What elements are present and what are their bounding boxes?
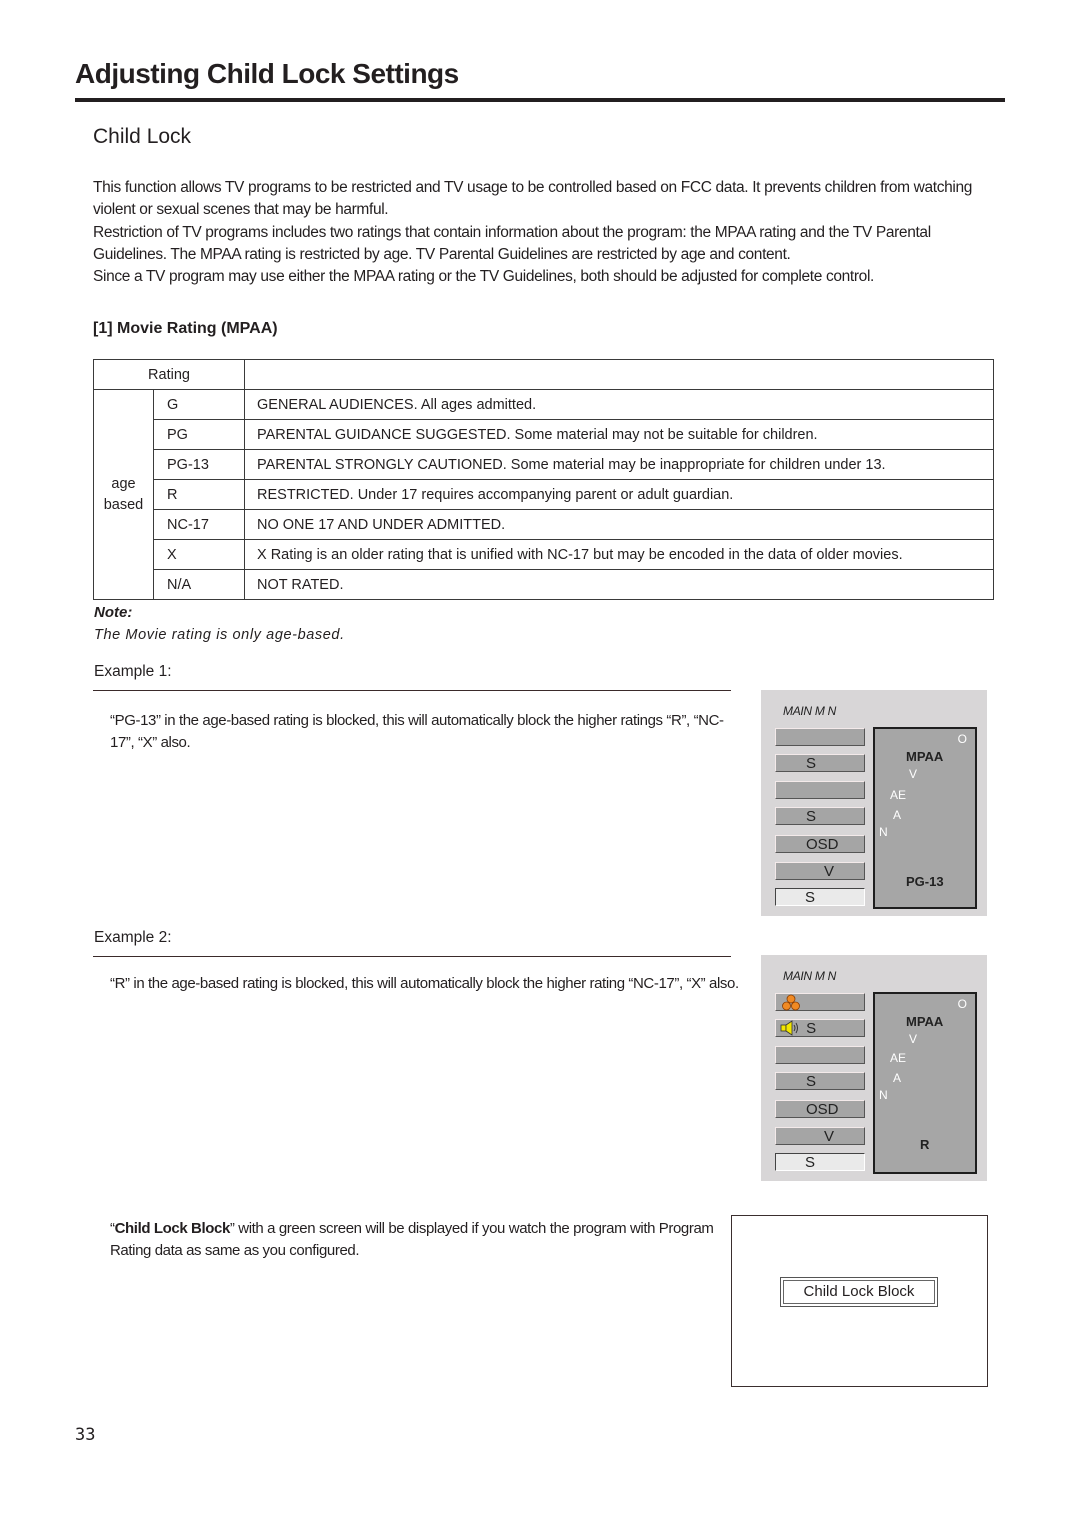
speaker-icon: [780, 1020, 798, 1036]
group-label-line: based: [103, 496, 144, 513]
group-label-line: age: [111, 475, 136, 492]
panel-item[interactable]: A: [893, 808, 901, 822]
osd-button-label: S: [806, 1020, 817, 1037]
mpaa-rating-table: Rating age based G GENERAL AUDIENCES. Al…: [93, 359, 994, 600]
table-header-row: Rating: [93, 359, 994, 390]
panel-title: MPAA: [906, 1014, 944, 1029]
osd-screen-example-2: MAIN M N S S OSD V S O MPAA V AE A N R: [761, 955, 987, 1181]
intro-paragraph: Since a TV program may use either the MP…: [93, 268, 874, 286]
osd-menu-button-selected[interactable]: S: [775, 888, 865, 906]
rating-code: X: [153, 539, 245, 570]
intro-paragraph: Restriction of TV programs includes two …: [93, 223, 931, 263]
table-row: N/A NOT RATED.: [94, 569, 994, 600]
panel-corner-label: O: [957, 732, 967, 746]
osd-menu-button[interactable]: S: [775, 807, 865, 825]
osd-button-label: V: [824, 863, 835, 880]
rating-description: X Rating is an older rating that is unif…: [244, 539, 994, 570]
header-rating: Rating: [93, 359, 245, 390]
header-description: [244, 359, 994, 390]
rating-description: PARENTAL STRONGLY CAUTIONED. Some materi…: [244, 449, 994, 480]
page-number: 33: [75, 1425, 96, 1445]
panel-corner-label: O: [957, 997, 967, 1011]
example-2-text: “R” in the age-based rating is blocked, …: [110, 975, 739, 992]
osd-button-label: S: [806, 755, 817, 772]
intro-paragraph: This function allows TV programs to be r…: [93, 179, 973, 219]
osd-menu-button[interactable]: [775, 993, 865, 1011]
example-1-label: Example 1:: [94, 663, 172, 680]
rating-code: PG-13: [153, 449, 245, 480]
osd-button-label: S: [806, 1073, 817, 1090]
table-row: R RESTRICTED. Under 17 requires accompan…: [94, 479, 994, 510]
group-label: age based: [93, 389, 154, 600]
rating-code: G: [153, 389, 245, 420]
rating-code: NC-17: [153, 509, 245, 540]
osd-menu-button-selected[interactable]: S: [775, 1153, 865, 1171]
panel-selected-rating: PG-13: [906, 874, 944, 889]
rating-code: N/A: [153, 569, 245, 600]
rating-description: NO ONE 17 AND UNDER ADMITTED.: [244, 509, 994, 540]
osd-screen-example-1: MAIN M N S S OSD V S O MPAA V AE A N PG-…: [761, 690, 987, 916]
osd-button-label: S: [805, 889, 816, 906]
intro-text: This function allows TV programs to be r…: [93, 177, 1008, 288]
osd-menu-button[interactable]: [775, 728, 865, 746]
rating-description: NOT RATED.: [244, 569, 994, 600]
example-1-text: “PG-13” in the age-based rating is block…: [110, 712, 724, 751]
table-row: X X Rating is an older rating that is un…: [94, 539, 994, 570]
table-row: NC-17 NO ONE 17 AND UNDER ADMITTED.: [94, 509, 994, 540]
osd-menu-button[interactable]: OSD: [775, 1100, 865, 1118]
panel-item[interactable]: A: [893, 1071, 901, 1085]
child-lock-block-screen: Child Lock Block: [731, 1215, 988, 1387]
child-lock-block-label: Child Lock Block: [780, 1277, 938, 1307]
osd-menu-button[interactable]: V: [775, 1127, 865, 1145]
note-text: The Movie rating is only age-based.: [94, 627, 345, 643]
rating-code: R: [153, 479, 245, 510]
osd-button-label: V: [824, 1128, 835, 1145]
osd-menu-button[interactable]: [775, 781, 865, 799]
block-notice-bold: Child Lock Block: [114, 1220, 231, 1237]
section-title: Child Lock: [93, 125, 192, 148]
osd-menu-button[interactable]: [775, 1046, 865, 1064]
page-title: Adjusting Child Lock Settings: [75, 58, 459, 89]
osd-menu-button[interactable]: S: [775, 754, 865, 772]
title-divider: [75, 98, 1005, 102]
osd-menu-button[interactable]: V: [775, 862, 865, 880]
osd-menu-button[interactable]: OSD: [775, 835, 865, 853]
example-1-divider: [93, 690, 731, 691]
rating-description: GENERAL AUDIENCES. All ages admitted.: [244, 389, 994, 420]
table-row: PG-13 PARENTAL STRONGLY CAUTIONED. Some …: [94, 449, 994, 480]
rating-code: PG: [153, 419, 245, 450]
panel-title: MPAA: [906, 749, 944, 764]
osd-button-label: S: [805, 1154, 816, 1171]
osd-button-label: S: [806, 808, 817, 825]
panel-item[interactable]: V: [909, 767, 917, 781]
rating-description: PARENTAL GUIDANCE SUGGESTED. Some materi…: [244, 419, 994, 450]
table-row: age based G GENERAL AUDIENCES. All ages …: [93, 389, 994, 600]
example-2-label: Example 2:: [94, 929, 172, 946]
osd-button-label: OSD: [806, 836, 839, 853]
note-label: Note:: [94, 604, 133, 621]
osd-rating-panel: O MPAA V AE A N PG-13: [873, 727, 977, 909]
osd-menu-button[interactable]: S: [775, 1019, 865, 1037]
osd-rating-panel: O MPAA V AE A N R: [873, 992, 977, 1174]
osd-menu-title: MAIN M N: [783, 704, 836, 718]
movie-rating-heading: [1] Movie Rating (MPAA): [93, 320, 278, 337]
rating-description: RESTRICTED. Under 17 requires accompanyi…: [244, 479, 994, 510]
panel-item[interactable]: AE: [890, 788, 906, 802]
table-row: PG PARENTAL GUIDANCE SUGGESTED. Some mat…: [94, 419, 994, 450]
panel-item[interactable]: AE: [890, 1051, 906, 1065]
osd-button-label: OSD: [806, 1101, 839, 1118]
panel-item[interactable]: N: [879, 825, 888, 839]
child-lock-block-text: Child Lock Block: [783, 1280, 935, 1304]
panel-item[interactable]: V: [909, 1032, 917, 1046]
osd-menu-title: MAIN M N: [783, 969, 836, 983]
example-2-divider: [93, 956, 731, 957]
panel-selected-rating: R: [920, 1137, 930, 1152]
block-notice-text: “Child Lock Block” with a green screen w…: [110, 1218, 720, 1261]
osd-menu-button[interactable]: S: [775, 1072, 865, 1090]
picture-icon: [782, 994, 800, 1011]
panel-item[interactable]: N: [879, 1088, 888, 1102]
